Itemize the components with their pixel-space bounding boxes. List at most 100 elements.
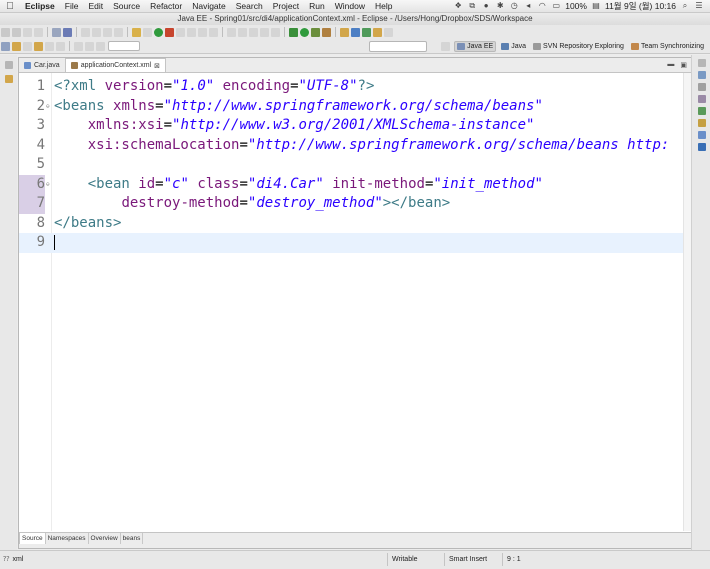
tab-application-context[interactable]: applicationContext.xml ⊠ <box>64 58 166 72</box>
data-source-icon[interactable] <box>697 119 706 127</box>
perspective-java[interactable]: Java <box>499 42 528 51</box>
refresh-icon[interactable] <box>1 41 10 51</box>
code-line[interactable]: 1 <?xml version="1.0" encoding="UTF-8"?> <box>19 77 683 97</box>
code-line[interactable]: 6 ⊖ <bean id="c" class="di4.Car" init-met… <box>19 174 683 195</box>
apple-icon[interactable]:  <box>0 1 20 12</box>
forward-icon[interactable] <box>271 27 280 37</box>
minimize-icon[interactable]: ▬ <box>667 61 674 69</box>
console-icon[interactable] <box>697 131 706 139</box>
menu-search[interactable]: Search <box>231 1 268 11</box>
menu-refactor[interactable]: Refactor <box>145 1 187 11</box>
history-forward-icon[interactable] <box>45 41 54 51</box>
edit-icon[interactable] <box>81 27 90 37</box>
code-area[interactable]: 1 <?xml version="1.0" encoding="UTF-8"?> 2… <box>19 73 683 531</box>
perspective-svn[interactable]: SVN Repository Exploring <box>531 42 626 51</box>
run-server-icon[interactable] <box>154 27 163 37</box>
open-perspective-icon[interactable] <box>441 41 451 51</box>
code-line[interactable]: 2 ⊖ <beans xmlns="http://www.springframewo… <box>19 97 683 117</box>
mark-occurrences-icon[interactable] <box>176 27 185 37</box>
back-icon[interactable] <box>260 27 269 37</box>
palette-icon[interactable] <box>697 95 706 103</box>
menu-edit[interactable]: Edit <box>83 1 108 11</box>
quick-access-input[interactable] <box>369 40 428 52</box>
volume-icon[interactable]: ◂ <box>523 2 533 10</box>
tab-car-java[interactable]: Car.java <box>19 59 65 72</box>
servers-icon[interactable] <box>697 107 706 115</box>
battery-icon[interactable]: ▭ <box>551 2 561 10</box>
annotation-icon[interactable] <box>209 27 218 37</box>
project-explorer-icon[interactable] <box>4 75 13 83</box>
menu-navigate[interactable]: Navigate <box>187 1 231 11</box>
tab-overview[interactable]: Overview <box>89 533 121 544</box>
code-line[interactable]: 9 <box>19 233 683 253</box>
server-icon[interactable] <box>52 27 61 37</box>
menu-help[interactable]: Help <box>370 1 397 11</box>
code-line[interactable]: 3 xmlns:xsi="http://www.w3.org/2001/XMLS… <box>19 116 683 136</box>
tool-icon[interactable] <box>85 41 94 51</box>
code-line[interactable]: 7 destroy-method="destroy_method"></bean… <box>19 194 683 214</box>
tab-source[interactable]: Source <box>19 533 46 544</box>
chat-icon[interactable]: ● <box>481 2 491 10</box>
notification-center-icon[interactable]: ☰ <box>694 2 704 10</box>
clock[interactable]: 11월 9일 (월) 10:16 <box>605 0 676 12</box>
clipboard-icon[interactable]: ⧉ <box>467 2 477 10</box>
spotlight-search-icon[interactable]: ⌕ <box>680 2 690 10</box>
tool-icon[interactable] <box>74 41 83 51</box>
menu-project[interactable]: Project <box>268 1 304 11</box>
code-line[interactable]: 8 </beans> <box>19 214 683 234</box>
folder-nav-icon[interactable] <box>12 41 21 51</box>
tool-icon[interactable] <box>96 41 105 51</box>
menu-source[interactable]: Source <box>108 1 145 11</box>
dropbox-icon[interactable]: ❖ <box>453 2 463 10</box>
task-icon[interactable] <box>143 27 152 37</box>
perspective-team-sync[interactable]: Team Synchronizing <box>629 42 706 51</box>
coverage-icon[interactable] <box>311 27 320 37</box>
snippets-icon[interactable] <box>697 143 706 151</box>
save-icon[interactable] <box>12 27 21 37</box>
menu-app-eclipse[interactable]: Eclipse <box>20 1 60 11</box>
perspective-java-ee[interactable]: Java EE <box>454 40 497 52</box>
run-icon[interactable] <box>300 27 309 37</box>
fold-toggle-icon[interactable]: ⊖ <box>46 97 50 117</box>
whitespace-icon[interactable] <box>198 27 207 37</box>
bluetooth-icon[interactable]: ✱ <box>495 2 505 10</box>
debug-icon[interactable] <box>289 27 298 37</box>
outline-icon[interactable] <box>697 71 706 79</box>
menu-file[interactable]: File <box>60 1 84 11</box>
menu-window[interactable]: Window <box>330 1 370 11</box>
menu-run[interactable]: Run <box>304 1 330 11</box>
comment-icon[interactable] <box>103 27 112 37</box>
save-all-icon[interactable] <box>23 27 32 37</box>
task-list-icon[interactable] <box>697 83 706 91</box>
toolbar-combo[interactable] <box>108 41 140 51</box>
prev-annotation-icon[interactable] <box>238 27 247 37</box>
print-icon[interactable] <box>34 27 43 37</box>
close-icon[interactable]: ⊠ <box>154 62 160 70</box>
tab-beans[interactable]: beans <box>121 533 144 544</box>
timemachine-icon[interactable]: ◷ <box>509 2 519 10</box>
code-line[interactable]: 5 <box>19 155 683 175</box>
block-select-icon[interactable] <box>187 27 196 37</box>
new-package-icon[interactable] <box>351 27 360 37</box>
new-icon[interactable] <box>1 27 10 37</box>
next-annotation-icon[interactable] <box>227 27 236 37</box>
build-icon[interactable] <box>63 27 72 37</box>
wifi-icon[interactable]: ◠ <box>537 2 547 10</box>
history-back-icon[interactable] <box>34 41 43 51</box>
restore-icon[interactable] <box>4 61 13 69</box>
external-tools-icon[interactable] <box>322 27 331 37</box>
fold-toggle-icon[interactable]: ⊖ <box>46 175 50 195</box>
search-tool-icon[interactable] <box>384 27 393 37</box>
dropdown-arrow-icon[interactable] <box>56 41 65 51</box>
maximize-icon[interactable]: ▣ <box>680 61 687 69</box>
open-folder-icon[interactable] <box>373 27 382 37</box>
new-java-project-icon[interactable] <box>340 27 349 37</box>
indent-icon[interactable] <box>114 27 123 37</box>
stop-server-icon[interactable] <box>165 27 174 37</box>
format-icon[interactable] <box>92 27 101 37</box>
restore-icon[interactable] <box>697 59 706 67</box>
new-class-icon[interactable] <box>362 27 371 37</box>
last-edit-icon[interactable] <box>249 27 258 37</box>
code-line[interactable]: 4 xsi:schemaLocation="http://www.springf… <box>19 136 683 156</box>
tab-namespaces[interactable]: Namespaces <box>46 533 89 544</box>
